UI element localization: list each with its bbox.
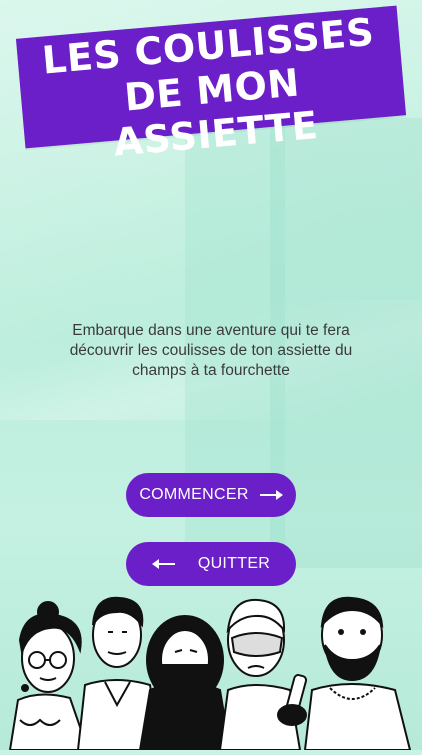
character-woman-glasses bbox=[8, 601, 90, 751]
start-button[interactable]: COMMENCER bbox=[126, 473, 296, 517]
quit-button-label: QUITTER bbox=[197, 555, 271, 572]
characters-illustration bbox=[0, 580, 422, 751]
arrow-left-icon bbox=[151, 554, 176, 574]
character-goggles bbox=[218, 598, 308, 751]
start-button-label: COMMENCER bbox=[139, 486, 249, 503]
character-hooded bbox=[138, 615, 232, 751]
intro-text: Embarque dans une aventure qui te fera d… bbox=[69, 322, 353, 379]
arrow-right-icon bbox=[259, 485, 283, 505]
characters-svg bbox=[8, 596, 412, 751]
character-bearded bbox=[303, 596, 412, 751]
